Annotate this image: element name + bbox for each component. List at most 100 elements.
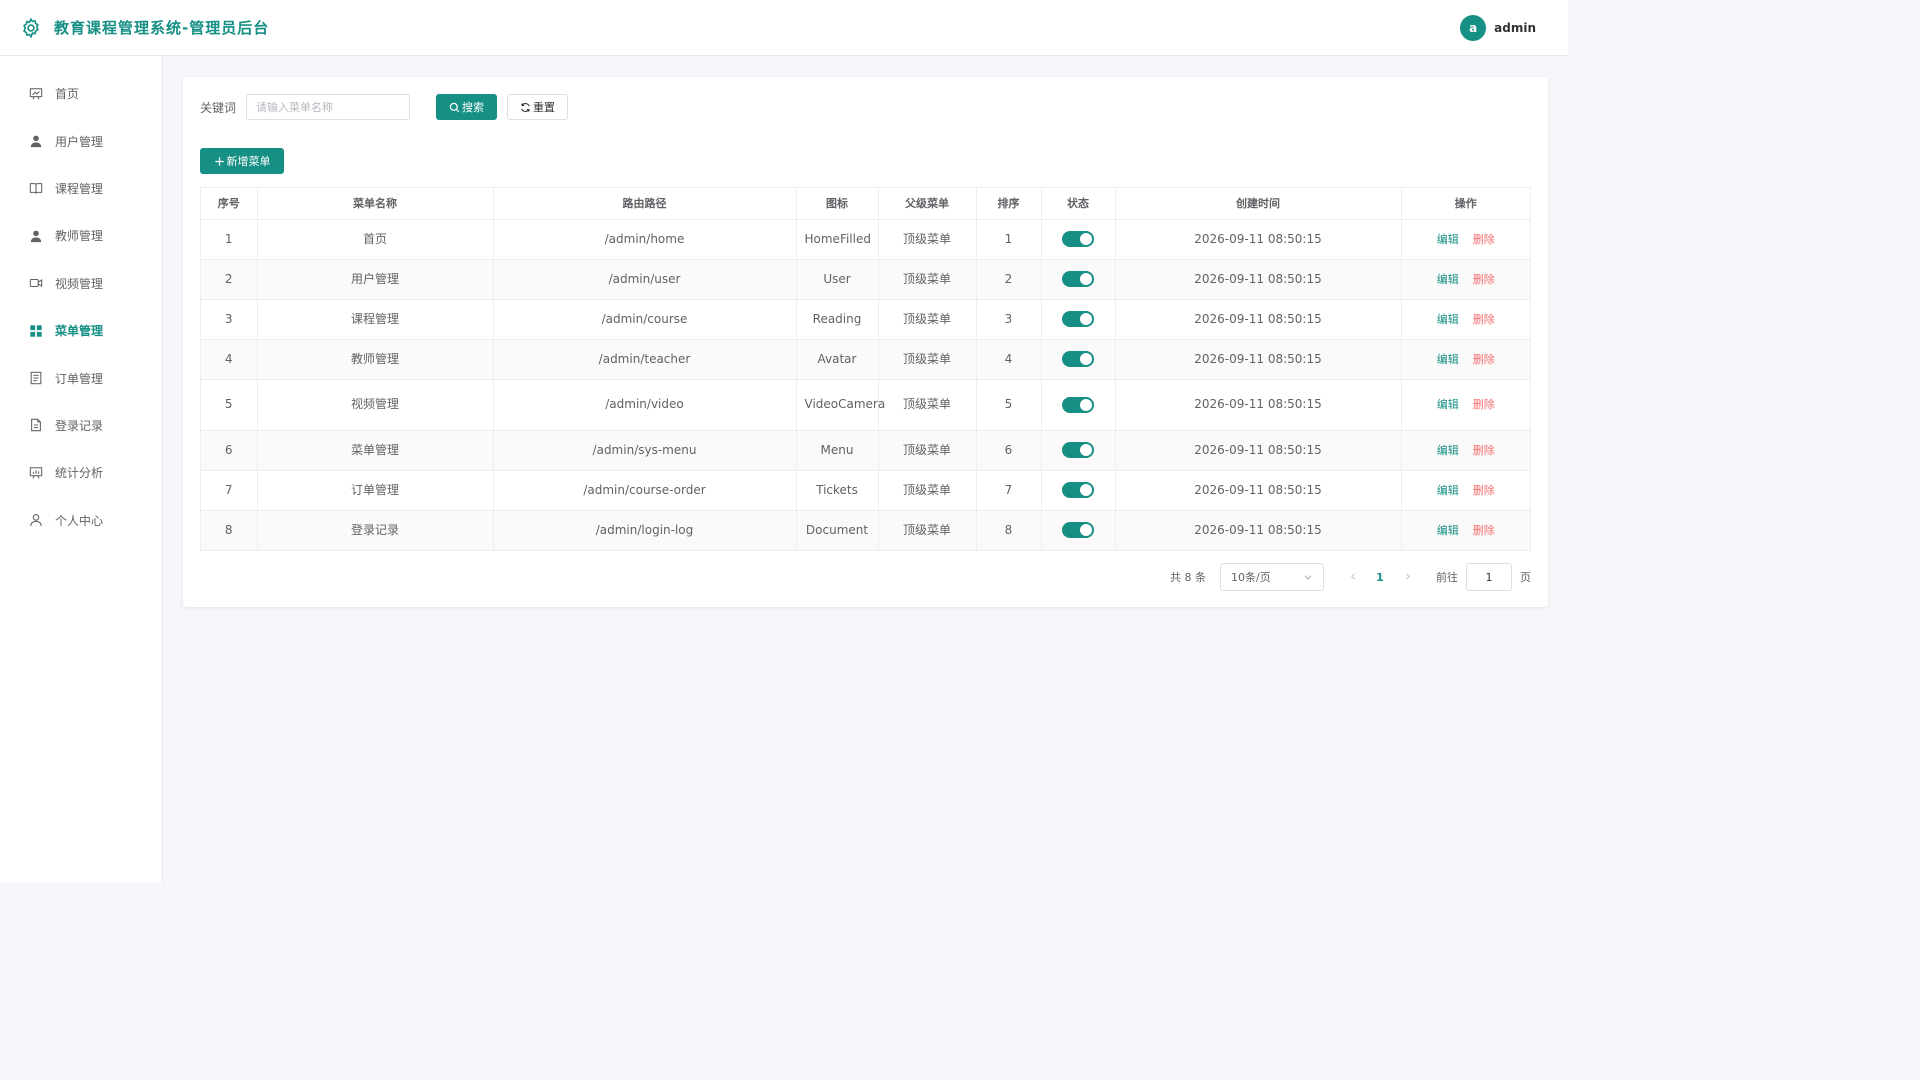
app-title: 教育课程管理系统-管理员后台: [54, 19, 270, 37]
sidebar-item-courses[interactable]: 课程管理: [0, 165, 162, 212]
status-toggle[interactable]: [1062, 311, 1094, 327]
cell-icon: HomeFilled: [796, 219, 879, 260]
table-row: 3 课程管理/admin/course Reading 顶级菜单 3 2026-09-11…: [201, 299, 1530, 340]
edit-button[interactable]: 编辑: [1437, 233, 1459, 246]
top-header: 教育课程管理系统-管理员后台 a admin: [0, 0, 1568, 56]
cell-icon: Reading: [796, 299, 879, 340]
delete-button[interactable]: 删除: [1473, 353, 1495, 366]
status-toggle[interactable]: [1062, 522, 1094, 539]
cell-created: 2026-09-11 08:50:15: [1115, 379, 1402, 431]
column-header: 创建时间: [1115, 188, 1402, 220]
add-menu-button[interactable]: 新增菜单: [200, 148, 284, 174]
status-toggle[interactable]: [1062, 482, 1094, 498]
page-unit-label: 页: [1520, 571, 1531, 584]
sidebar-item-label: 菜单管理: [55, 324, 104, 339]
chevron-down-icon: [1304, 575, 1312, 580]
delete-button[interactable]: 删除: [1473, 444, 1495, 457]
page-size-select[interactable]: 10条/页: [1220, 563, 1324, 591]
cell-index: 3: [201, 299, 258, 340]
edit-button[interactable]: 编辑: [1437, 313, 1459, 326]
sidebar-item-home[interactable]: 首页: [0, 70, 162, 117]
cell-actions: 编辑 删除: [1401, 299, 1530, 340]
delete-button[interactable]: 删除: [1473, 313, 1495, 326]
table-row: 8 登录记录/admin/login-log Document 顶级菜单 8 2026-0…: [201, 510, 1530, 550]
column-header: 父级菜单: [878, 188, 977, 220]
prev-page-button[interactable]: [1344, 570, 1362, 584]
user-menu[interactable]: a admin: [1460, 14, 1536, 41]
status-toggle[interactable]: [1062, 351, 1094, 367]
cell-index: 7: [201, 470, 258, 511]
sidebar-item-label: 个人中心: [55, 513, 104, 528]
video-camera-icon: [29, 276, 43, 290]
cell-status: [1041, 299, 1116, 340]
edit-button[interactable]: 编辑: [1437, 273, 1459, 286]
status-toggle[interactable]: [1062, 396, 1094, 413]
cell-name: 首页: [257, 219, 494, 260]
refresh-icon: [521, 102, 530, 112]
sidebar-item-login-logs[interactable]: 登录记录: [0, 402, 162, 449]
sidebar-item-videos[interactable]: 视频管理: [0, 260, 162, 307]
search-button[interactable]: 搜索: [436, 94, 498, 120]
sidebar-item-teachers[interactable]: 教师管理: [0, 212, 162, 259]
cell-path: /admin/course-order: [493, 470, 797, 511]
table-row: 7 订单管理/admin/course-order Tickets 顶级菜单 7 2026…: [201, 470, 1530, 511]
cell-created: 2026-09-11 08:50:15: [1115, 470, 1402, 511]
delete-button[interactable]: 删除: [1473, 233, 1495, 246]
keyword-input[interactable]: [246, 94, 411, 120]
sidebar-item-menus[interactable]: 菜单管理: [0, 307, 162, 354]
brand: 教育课程管理系统-管理员后台: [20, 17, 269, 39]
cell-status: [1041, 379, 1116, 431]
cell-actions: 编辑 删除: [1401, 510, 1530, 550]
reset-button[interactable]: 重置: [507, 94, 569, 120]
cell-actions: 编辑 删除: [1401, 470, 1530, 511]
sidebar-item-orders[interactable]: 订单管理: [0, 354, 162, 401]
sidebar-item-label: 用户管理: [55, 134, 104, 149]
next-page-button[interactable]: [1398, 570, 1416, 584]
status-toggle[interactable]: [1062, 231, 1094, 247]
sidebar-item-profile[interactable]: 个人中心: [0, 497, 162, 544]
cell-sort: 1: [976, 219, 1042, 260]
cell-status: [1041, 470, 1116, 511]
sidebar-item-label: 统计分析: [55, 466, 104, 481]
cell-actions: 编辑 删除: [1401, 259, 1530, 300]
sidebar-item-statistics[interactable]: 统计分析: [0, 449, 162, 496]
status-toggle[interactable]: [1062, 442, 1094, 458]
edit-button[interactable]: 编辑: [1437, 353, 1459, 366]
sidebar-item-label: 教师管理: [55, 229, 104, 244]
cell-index: 8: [201, 510, 258, 550]
cell-path: /admin/sys-menu: [493, 430, 797, 471]
cell-actions: 编辑 删除: [1401, 339, 1530, 380]
edit-button[interactable]: 编辑: [1437, 524, 1459, 537]
cell-sort: 3: [976, 299, 1042, 340]
cell-name: 菜单管理: [257, 430, 494, 471]
delete-button[interactable]: 删除: [1473, 524, 1495, 537]
table-row: 6 菜单管理/admin/sys-menu Menu 顶级菜单 6 2026-09-11 …: [201, 430, 1530, 471]
column-header: 排序: [976, 188, 1042, 220]
cell-index: 4: [201, 339, 258, 380]
edit-button[interactable]: 编辑: [1437, 398, 1459, 411]
cell-sort: 8: [976, 510, 1042, 550]
cell-status: [1041, 259, 1116, 300]
table-row: 2 用户管理/admin/user User 顶级菜单 2 2026-09-11 08:5…: [201, 259, 1530, 300]
delete-button[interactable]: 删除: [1473, 273, 1495, 286]
column-header: 序号: [201, 188, 258, 220]
status-toggle[interactable]: [1062, 271, 1094, 287]
cell-icon: Document: [796, 510, 879, 550]
column-header: 图标: [796, 188, 879, 220]
cell-name: 教师管理: [257, 339, 494, 380]
cell-path: /admin/video: [493, 379, 797, 431]
avatar[interactable]: a: [1460, 14, 1487, 41]
cell-created: 2026-09-11 08:50:15: [1115, 339, 1402, 380]
edit-button[interactable]: 编辑: [1437, 484, 1459, 497]
goto-page-input[interactable]: [1466, 563, 1512, 591]
delete-button[interactable]: 删除: [1473, 484, 1495, 497]
username[interactable]: admin: [1494, 21, 1536, 35]
page-number-current[interactable]: 1: [1362, 571, 1398, 584]
edit-button[interactable]: 编辑: [1437, 444, 1459, 457]
cell-parent: 顶级菜单: [878, 510, 977, 550]
sidebar-item-users[interactable]: 用户管理: [0, 117, 162, 164]
delete-button[interactable]: 删除: [1473, 398, 1495, 411]
cell-icon: User: [796, 259, 879, 300]
menu-management-card: 关键词 搜索 重置 新增菜单 序号 菜单名称 路由路径 图标 父: [183, 77, 1548, 607]
gear-icon: [20, 17, 42, 39]
